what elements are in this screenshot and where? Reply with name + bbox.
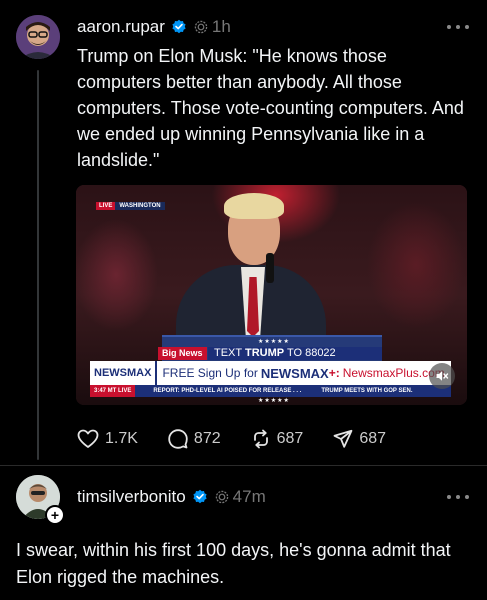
like-button[interactable]: 1.7K	[77, 429, 138, 449]
post-video[interactable]: ★★★★★ LIVE WASHINGTON Big News TEXT TRUM…	[76, 185, 467, 405]
username[interactable]: aaron.rupar	[77, 17, 165, 37]
plus-icon[interactable]: +	[45, 505, 65, 525]
post-divider	[0, 465, 487, 466]
reply-count: 872	[193, 430, 221, 447]
ticker-time: 3:47 MT LIVE	[90, 385, 136, 397]
send-icon	[333, 429, 353, 448]
like-count: 1.7K	[105, 430, 138, 447]
big-news-label: Big News	[158, 347, 207, 360]
more-horizontal-icon[interactable]	[447, 492, 469, 502]
microphone	[266, 253, 274, 283]
threads-feed: aaron.rupar 1h Trump on Elon Musk: "He k…	[0, 0, 487, 600]
verified-badge-icon	[192, 489, 208, 505]
threads-ring-icon	[194, 20, 208, 34]
post-time: 1h	[211, 17, 231, 36]
post-time: 47m	[232, 487, 266, 506]
post-header: timsilverbonito 47m	[77, 486, 266, 508]
post-actions: 1.7K 872 687 687	[77, 427, 416, 451]
threads-ring-icon	[215, 490, 229, 504]
location-label: WASHINGTON	[115, 202, 165, 210]
verified-badge-icon	[171, 19, 187, 35]
text-to-label: TEXT TRUMP TO 88022	[208, 347, 382, 360]
promo-text: FREE Sign Up for NEWSMAX +: NewsmaxPlus.c…	[162, 365, 445, 381]
network-brand: NEWSMAX	[90, 361, 158, 385]
post-aaron-rupar[interactable]: aaron.rupar 1h Trump on Elon Musk: "He k…	[0, 0, 487, 462]
heart-icon	[77, 429, 99, 448]
live-label: LIVE	[96, 202, 116, 210]
share-count: 687	[359, 430, 387, 447]
post-text: I swear, within his first 100 days, he's…	[16, 540, 451, 587]
repost-button[interactable]: 687	[251, 429, 304, 449]
avatar-aaron-rupar[interactable]	[16, 15, 60, 59]
comment-icon	[168, 429, 188, 449]
username[interactable]: timsilverbonito	[77, 487, 186, 507]
thread-line	[37, 70, 39, 460]
ticker-headline: REPORT: PHD-LEVEL AI POISED FOR RELEASE …	[153, 388, 302, 394]
promo-bar: NEWSMAX FREE Sign Up for NEWSMAX +: Newsm…	[90, 361, 451, 385]
live-tag: LIVE WASHINGTON	[96, 202, 165, 210]
reply-button[interactable]: 872	[168, 429, 221, 449]
more-horizontal-icon[interactable]	[447, 22, 469, 32]
post-header: aaron.rupar 1h	[77, 16, 231, 38]
post-text: Trump on Elon Musk: "He knows those comp…	[77, 46, 469, 170]
share-button[interactable]: 687	[333, 429, 386, 449]
news-ticker: 3:47 MT LIVE REPORT: PHD-LEVEL AI POISED…	[90, 385, 451, 397]
repost-icon	[253, 429, 268, 449]
speaker-muted-icon[interactable]	[429, 363, 455, 389]
repost-count: 687	[276, 430, 304, 447]
ticker-headline: TRUMP MEETS WITH GOP SEN.	[321, 388, 413, 394]
